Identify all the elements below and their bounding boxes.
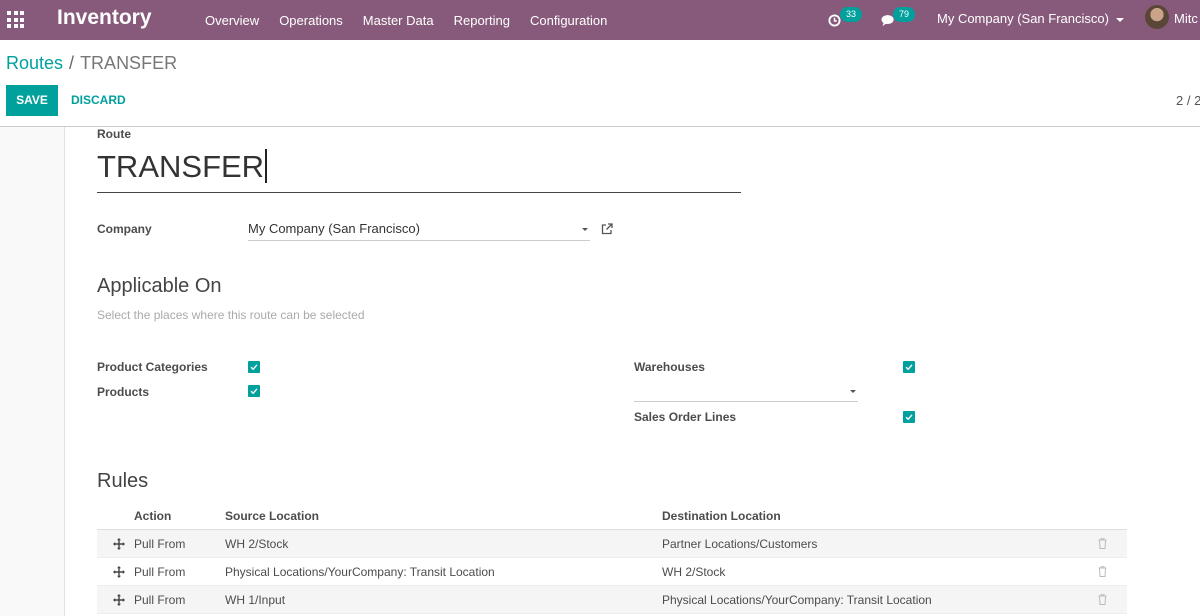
user-avatar[interactable]: [1145, 5, 1169, 29]
rule-destination: Physical Locations/YourCompany: Transit …: [662, 593, 932, 607]
menu-overview[interactable]: Overview: [195, 13, 269, 28]
pager-value[interactable]: 2 / 2: [1176, 93, 1200, 108]
route-name-value: TRANSFER: [97, 149, 265, 184]
column-action[interactable]: Action: [134, 509, 171, 523]
rules-table: Action Source Location Destination Locat…: [97, 502, 1127, 614]
caret-down-icon: [1115, 17, 1124, 22]
menu-reporting[interactable]: Reporting: [444, 13, 520, 28]
warehouses-checkbox[interactable]: [903, 361, 915, 373]
company-select[interactable]: My Company (San Francisco): [248, 218, 590, 241]
warehouses-select[interactable]: [634, 381, 858, 402]
rule-action: Pull From: [134, 593, 186, 607]
breadcrumb-routes-link[interactable]: Routes: [6, 53, 63, 73]
menu-configuration[interactable]: Configuration: [520, 13, 617, 28]
rule-source: WH 2/Stock: [225, 537, 289, 551]
rules-table-header: Action Source Location Destination Locat…: [97, 502, 1127, 530]
applicable-on-help: Select the places where this route can b…: [97, 308, 365, 322]
rule-destination: WH 2/Stock: [662, 565, 726, 579]
product-categories-checkbox[interactable]: [248, 361, 260, 373]
company-switcher[interactable]: My Company (San Francisco): [937, 11, 1124, 26]
company-select-value: My Company (San Francisco): [248, 221, 420, 236]
applicable-on-title: Applicable On: [97, 275, 222, 297]
message-count-badge: 79: [893, 7, 916, 22]
check-icon: [905, 364, 913, 371]
rule-action: Pull From: [134, 565, 186, 579]
check-icon: [250, 364, 258, 371]
products-label: Products: [97, 385, 150, 399]
control-panel: Routes / TRANSFER SAVE DISCARD 2 / 2: [0, 40, 1200, 127]
product-categories-label: Product Categories: [97, 360, 208, 374]
products-checkbox[interactable]: [248, 385, 260, 397]
discard-button[interactable]: DISCARD: [71, 85, 126, 116]
main-menu: Overview Operations Master Data Reportin…: [195, 0, 617, 40]
drag-handle-icon[interactable]: [113, 594, 125, 606]
rule-destination: Partner Locations/Customers: [662, 537, 818, 551]
check-icon: [250, 388, 258, 395]
external-link-icon[interactable]: [600, 222, 614, 236]
caret-down-icon: [582, 228, 588, 231]
column-source-location[interactable]: Source Location: [225, 509, 319, 523]
text-cursor: [265, 148, 268, 183]
messaging-menu[interactable]: 79: [881, 7, 921, 31]
activity-menu[interactable]: 33: [828, 7, 868, 31]
check-icon: [905, 414, 913, 421]
route-label: Route: [97, 127, 131, 141]
menu-operations[interactable]: Operations: [269, 13, 353, 28]
caret-down-icon: [850, 390, 856, 393]
warehouses-label: Warehouses: [634, 360, 705, 374]
apps-grid-icon[interactable]: [7, 11, 24, 28]
drag-handle-icon[interactable]: [113, 566, 125, 578]
breadcrumb: Routes / TRANSFER: [6, 53, 177, 74]
user-name[interactable]: Mitc: [1174, 11, 1198, 26]
form-sheet: Route TRANSFER Company My Company (San F…: [64, 127, 1200, 616]
table-row[interactable]: Pull From WH 2/Stock Partner Locations/C…: [97, 530, 1127, 558]
breadcrumb-current: TRANSFER: [80, 53, 178, 73]
top-navbar: Inventory Overview Operations Master Dat…: [0, 0, 1200, 40]
trash-icon[interactable]: [1098, 538, 1107, 549]
table-row[interactable]: Pull From Physical Locations/YourCompany…: [97, 558, 1127, 586]
menu-master-data[interactable]: Master Data: [353, 13, 444, 28]
company-switcher-label: My Company (San Francisco): [937, 11, 1109, 26]
trash-icon[interactable]: [1098, 566, 1107, 577]
company-label: Company: [97, 222, 152, 236]
save-button[interactable]: SAVE: [6, 85, 58, 116]
rules-title: Rules: [97, 470, 149, 492]
breadcrumb-separator: /: [69, 53, 75, 73]
column-destination-location[interactable]: Destination Location: [662, 509, 781, 523]
app-brand[interactable]: Inventory: [57, 6, 152, 30]
sales-order-lines-label: Sales Order Lines: [634, 410, 737, 424]
rule-source: Physical Locations/YourCompany: Transit …: [225, 565, 495, 579]
rule-source: WH 1/Input: [225, 593, 286, 607]
route-name-input[interactable]: TRANSFER: [97, 145, 741, 193]
table-row[interactable]: Pull From WH 1/Input Physical Locations/…: [97, 586, 1127, 614]
trash-icon[interactable]: [1098, 594, 1107, 605]
activity-count-badge: 33: [840, 7, 863, 22]
clock-icon: [828, 14, 841, 27]
sales-order-lines-checkbox[interactable]: [903, 411, 915, 423]
rule-action: Pull From: [134, 537, 186, 551]
drag-handle-icon[interactable]: [113, 538, 125, 550]
